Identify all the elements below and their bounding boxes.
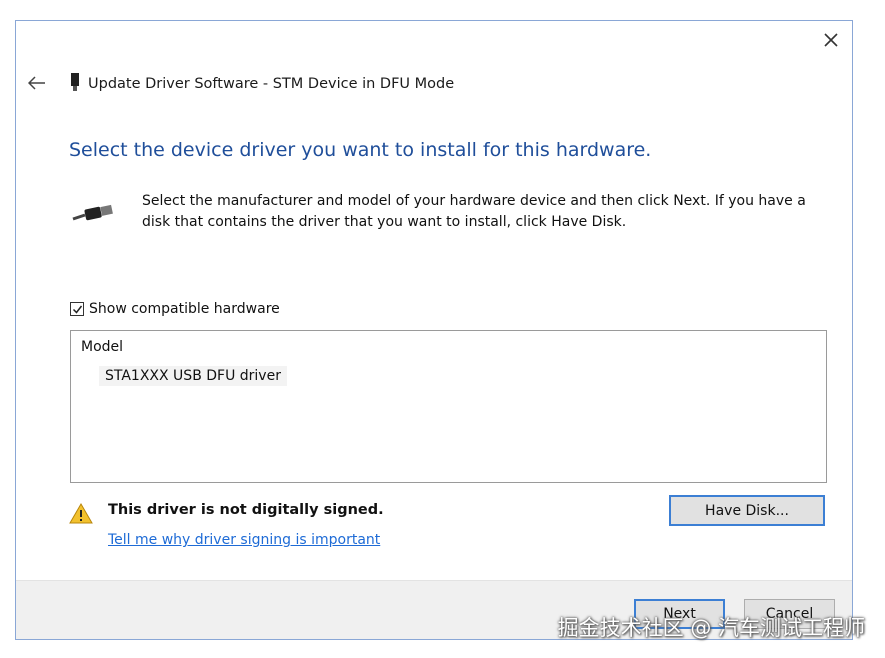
usb-connector-icon [71, 203, 115, 229]
cancel-button[interactable]: Cancel [744, 599, 835, 629]
show-compatible-checkbox[interactable]: Show compatible hardware [70, 301, 280, 317]
warning-icon [69, 503, 93, 528]
dialog-footer: Next Cancel [16, 580, 852, 639]
close-icon [823, 32, 839, 52]
title-bar: Update Driver Software - STM Device in D… [70, 73, 454, 95]
back-arrow-icon [27, 75, 46, 94]
back-button[interactable] [24, 71, 50, 97]
model-column-header[interactable]: Model [81, 339, 123, 355]
unsigned-driver-warning: This driver is not digitally signed. [108, 502, 384, 518]
model-listbox[interactable]: Model STA1XXX USB DFU driver [70, 330, 827, 483]
close-button[interactable] [816, 29, 846, 55]
window-title: Update Driver Software - STM Device in D… [88, 76, 455, 92]
update-driver-dialog: Update Driver Software - STM Device in D… [15, 20, 853, 640]
driver-signing-link[interactable]: Tell me why driver signing is important [108, 532, 380, 548]
page-heading: Select the device driver you want to ins… [69, 139, 652, 161]
usb-device-icon [70, 73, 80, 95]
have-disk-button[interactable]: Have Disk... [669, 495, 825, 526]
next-button[interactable]: Next [634, 599, 725, 629]
list-item[interactable]: STA1XXX USB DFU driver [99, 366, 287, 386]
checkbox-label: Show compatible hardware [89, 301, 280, 317]
description-text: Select the manufacturer and model of you… [142, 193, 806, 230]
checkbox-box[interactable] [70, 302, 84, 316]
